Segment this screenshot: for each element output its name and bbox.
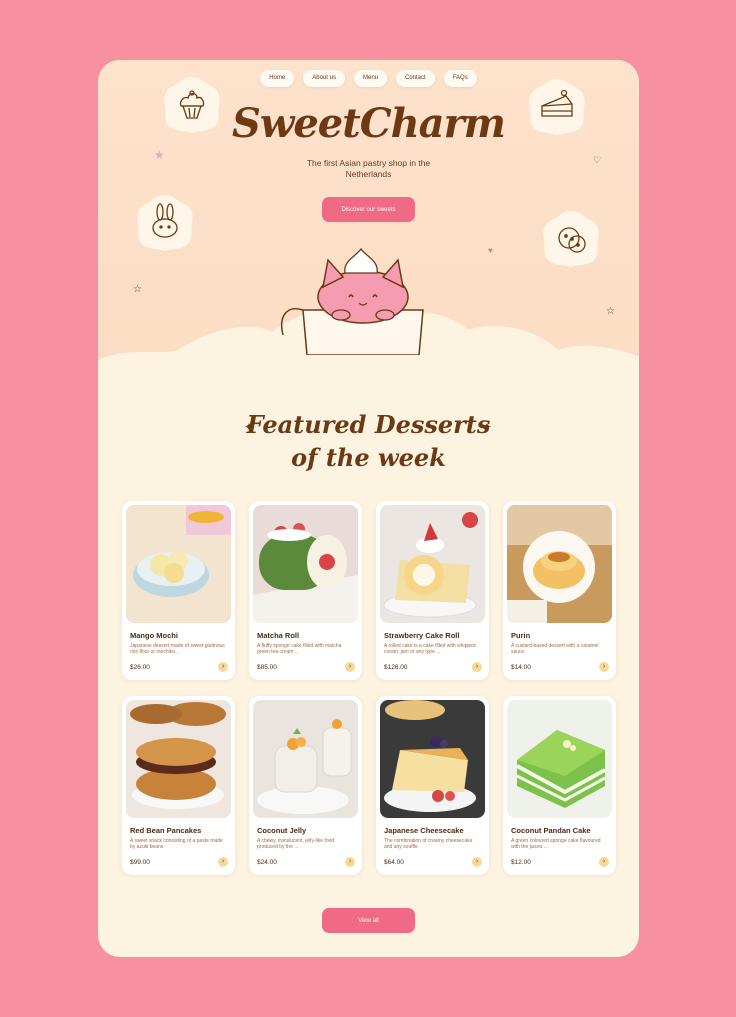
desserts-grid: Mango Mochi Japanese dessert made of swe… <box>122 501 617 875</box>
dessert-description: A chewy, translucent, jelly-like food pr… <box>257 838 335 850</box>
dessert-description: A sweet snack consisting of a paste made… <box>130 838 223 850</box>
dessert-card[interactable]: Purin A custard-based dessert with a car… <box>503 501 616 680</box>
bunny-icon <box>137 195 193 251</box>
view-all-button[interactable]: View all <box>322 908 415 933</box>
discover-button[interactable]: Discover our sweets <box>322 197 415 222</box>
nav-about-us[interactable]: About us <box>303 70 345 87</box>
chevron-right-icon[interactable]: › <box>599 857 609 867</box>
nav-contact[interactable]: Contact <box>396 70 435 87</box>
dessert-image-japanese-cheesecake <box>380 700 485 818</box>
chevron-right-icon[interactable]: › <box>345 857 355 867</box>
dessert-price: $26.00 <box>130 664 150 671</box>
dessert-card[interactable]: Coconut Pandan Cake A green coloured spo… <box>503 696 616 875</box>
dessert-price: $14.00 <box>511 664 531 671</box>
dessert-image-matcha-roll <box>253 505 358 623</box>
dessert-name: Matcha Roll <box>257 631 300 640</box>
nav-home[interactable]: Home <box>260 70 295 87</box>
hero-section: ★ ☆ ☆ ♡ ♥ Home About us Menu Contact FAQ… <box>98 60 639 430</box>
nav-faqs[interactable]: FAQs <box>443 70 477 87</box>
dessert-price: $12.00 <box>511 859 531 866</box>
dessert-name: Red Bean Pancakes <box>130 826 202 835</box>
page-card: ★ ☆ ☆ ♡ ♥ Home About us Menu Contact FAQ… <box>98 60 639 957</box>
cat-in-cup-icon <box>281 247 424 355</box>
dessert-description: The combination of creamy cheesecake and… <box>384 838 473 850</box>
tagline: The first Asian pastry shop in the Nethe… <box>306 158 431 179</box>
star-icon: ★ <box>154 148 165 162</box>
chevron-right-icon[interactable]: › <box>472 662 482 672</box>
dessert-price: $126.00 <box>384 664 408 671</box>
dessert-description: A green coloured sponge cake flavoured w… <box>511 838 601 850</box>
dessert-image-purin <box>507 505 612 623</box>
dessert-image-coconut-jelly <box>253 700 358 818</box>
dessert-card[interactable]: Coconut Jelly A chewy, translucent, jell… <box>249 696 362 875</box>
dessert-name: Purin <box>511 631 531 640</box>
cookie-icon <box>543 211 599 267</box>
dessert-price: $24.00 <box>257 859 277 866</box>
dessert-image-strawberry-cake-roll <box>380 505 485 623</box>
dessert-name: Mango Mochi <box>130 631 178 640</box>
dessert-card[interactable]: Strawberry Cake Roll A rolled cake is a … <box>376 501 489 680</box>
dessert-price: $64.00 <box>384 859 404 866</box>
dessert-card[interactable]: Mango Mochi Japanese dessert made of swe… <box>122 501 235 680</box>
dessert-image-coconut-pandan-cake <box>507 700 612 818</box>
dessert-image-red-bean-pancakes <box>126 700 231 818</box>
chevron-right-icon[interactable]: › <box>218 857 228 867</box>
chevron-right-icon[interactable]: › <box>218 662 228 672</box>
chevron-right-icon[interactable]: › <box>472 857 482 867</box>
dessert-price: $99.00 <box>130 859 150 866</box>
dessert-card[interactable]: Japanese Cheesecake The combination of c… <box>376 696 489 875</box>
nav-menu[interactable]: Menu <box>353 70 387 87</box>
dessert-name: Coconut Jelly <box>257 826 307 835</box>
dessert-image-mango-mochi <box>126 505 231 623</box>
dessert-name: Coconut Pandan Cake <box>511 826 591 835</box>
section-title: Featured Desserts of the week <box>246 410 491 472</box>
dessert-card[interactable]: Red Bean Pancakes A sweet snack consisti… <box>122 696 235 875</box>
heart-icon: ♡ <box>593 155 602 165</box>
dessert-name: Strawberry Cake Roll <box>384 631 460 640</box>
dessert-name: Japanese Cheesecake <box>384 826 464 835</box>
chevron-right-icon[interactable]: › <box>345 662 355 672</box>
dessert-price: $85.00 <box>257 664 277 671</box>
dessert-description: A custard-based dessert with a caramel s… <box>511 643 599 655</box>
chevron-right-icon[interactable]: › <box>599 662 609 672</box>
brand-logo[interactable]: SweetCharm <box>98 100 639 147</box>
dessert-description: A rolled cake is a cake filled with whip… <box>384 643 476 655</box>
heart-icon: ♥ <box>488 246 493 255</box>
dessert-card[interactable]: Matcha Roll A fluffy sponge cake filled … <box>249 501 362 680</box>
main-nav: Home About us Menu Contact FAQs <box>98 70 639 87</box>
dessert-description: Japanese dessert made of sweet glutinous… <box>130 643 225 655</box>
dessert-description: A fluffy sponge cake filled with matcha … <box>257 643 342 655</box>
